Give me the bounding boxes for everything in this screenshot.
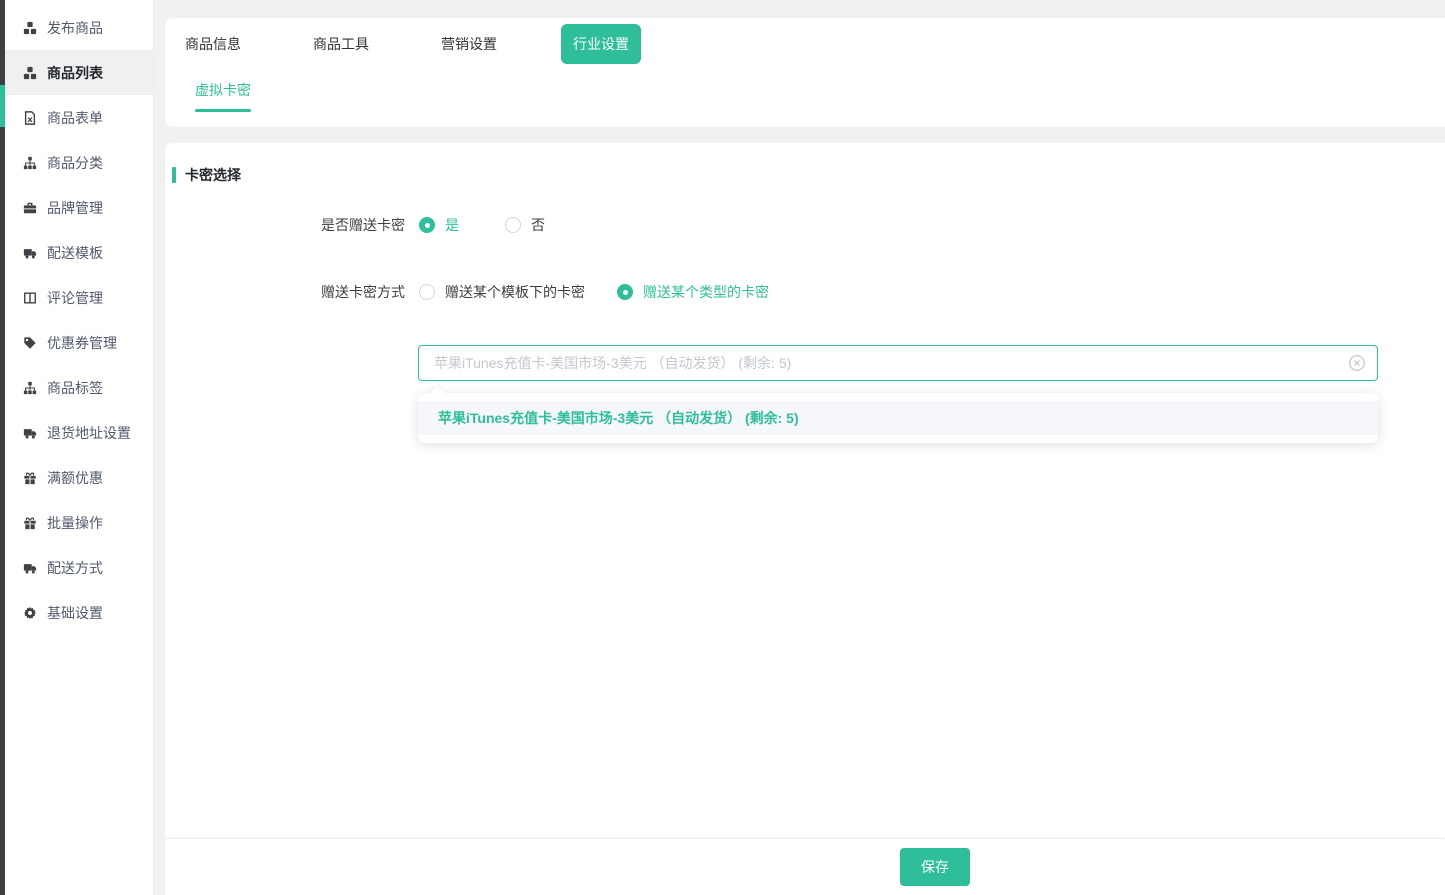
sidebar-item-label: 商品标签 — [47, 378, 103, 398]
radio-label: 赠送某个模板下的卡密 — [445, 282, 585, 302]
save-button[interactable]: 保存 — [900, 848, 970, 886]
radio-checked-icon[interactable] — [419, 217, 435, 233]
sidebar-item-12[interactable]: 配送方式 — [5, 545, 153, 590]
sidebar-item-11[interactable]: 批量操作 — [5, 500, 153, 545]
radio-option-yes[interactable]: 是 — [419, 215, 459, 235]
tabs-card: 商品信息 商品工具 营销设置 行业设置 虚拟卡密 — [165, 18, 1445, 127]
sidebar-item-7[interactable]: 优惠券管理 — [5, 320, 153, 365]
sidebar-item-2[interactable]: 商品表单 — [5, 95, 153, 140]
subtab-virtual-card[interactable]: 虚拟卡密 — [195, 80, 251, 112]
tag-icon — [22, 335, 38, 351]
radio-label: 否 — [531, 215, 545, 235]
section-header: 卡密选择 — [172, 165, 241, 185]
sidebar-item-6[interactable]: 评论管理 — [5, 275, 153, 320]
radio-unchecked-icon[interactable] — [505, 217, 521, 233]
subtab-label: 虚拟卡密 — [195, 80, 251, 100]
sidebar-item-label: 基础设置 — [47, 603, 103, 623]
sidebar: 发布商品商品列表商品表单商品分类品牌管理配送模板评论管理优惠券管理商品标签退货地… — [5, 0, 153, 895]
truck-icon — [22, 560, 38, 576]
sidebar-item-8[interactable]: 商品标签 — [5, 365, 153, 410]
tab-0[interactable]: 商品信息 — [185, 34, 241, 54]
truck-icon — [22, 245, 38, 261]
dropdown-arrow — [430, 386, 444, 400]
briefcase-icon — [22, 200, 38, 216]
sidebar-item-10[interactable]: 满额优惠 — [5, 455, 153, 500]
sidebar-item-label: 配送方式 — [47, 558, 103, 578]
sidebar-item-label: 退货地址设置 — [47, 423, 131, 443]
card-type-select — [418, 345, 1378, 381]
sidebar-item-13[interactable]: 基础设置 — [5, 590, 153, 635]
sidebar-item-label: 满额优惠 — [47, 468, 103, 488]
footer-bar: 保存 — [165, 838, 1445, 895]
tab-2[interactable]: 营销设置 — [441, 34, 497, 54]
radio-label: 是 — [445, 215, 459, 235]
sitemap-icon — [22, 380, 38, 396]
sidebar-item-label: 商品列表 — [47, 63, 103, 83]
sidebar-item-9[interactable]: 退货地址设置 — [5, 410, 153, 455]
radio-unchecked-icon[interactable] — [419, 284, 435, 300]
form-row-gift-method: 赠送卡密方式 赠送某个模板下的卡密 赠送某个类型的卡密 — [165, 282, 769, 302]
tab-1[interactable]: 商品工具 — [313, 34, 369, 54]
radio-label: 赠送某个类型的卡密 — [643, 282, 769, 302]
section-title: 卡密选择 — [185, 165, 241, 185]
sidebar-item-0[interactable]: 发布商品 — [5, 5, 153, 50]
tab-3[interactable]: 行业设置 — [561, 24, 641, 64]
field-label: 赠送卡密方式 — [165, 282, 405, 302]
clear-input-icon[interactable] — [1348, 354, 1366, 372]
sidebar-item-label: 商品表单 — [47, 108, 103, 128]
gift-icon — [22, 515, 38, 531]
radio-checked-icon[interactable] — [617, 284, 633, 300]
radio-option-template-cards[interactable]: 赠送某个模板下的卡密 — [419, 282, 585, 302]
form-row-gift-card: 是否赠送卡密 是 否 — [165, 215, 545, 235]
sidebar-item-label: 批量操作 — [47, 513, 103, 533]
cubes-icon — [22, 65, 38, 81]
sidebar-item-label: 发布商品 — [47, 18, 103, 38]
field-label: 是否赠送卡密 — [165, 215, 405, 235]
sidebar-item-label: 品牌管理 — [47, 198, 103, 218]
section-accent-bar — [172, 167, 176, 183]
subtab-active-underline — [195, 109, 251, 112]
radio-option-no[interactable]: 否 — [505, 215, 545, 235]
gear-icon — [22, 605, 38, 621]
form-panel: 卡密选择 是否赠送卡密 是 否 赠送卡密方式 赠送某个模板下的卡密 — [165, 143, 1445, 895]
sidebar-item-5[interactable]: 配送模板 — [5, 230, 153, 275]
select-dropdown: 苹果iTunes充值卡-美国市场-3美元 （自动发货） (剩余: 5) — [418, 393, 1378, 443]
sidebar-item-4[interactable]: 品牌管理 — [5, 185, 153, 230]
card-type-select-input[interactable] — [418, 345, 1378, 381]
dropdown-option[interactable]: 苹果iTunes充值卡-美国市场-3美元 （自动发货） (剩余: 5) — [418, 401, 1378, 435]
columns-icon — [22, 290, 38, 306]
sitemap-icon — [22, 155, 38, 171]
gift-icon — [22, 470, 38, 486]
cubes-icon — [22, 20, 38, 36]
sidebar-item-3[interactable]: 商品分类 — [5, 140, 153, 185]
truck-icon — [22, 425, 38, 441]
radio-option-type-cards[interactable]: 赠送某个类型的卡密 — [617, 282, 769, 302]
sidebar-item-label: 商品分类 — [47, 153, 103, 173]
tab-bar: 商品信息 商品工具 营销设置 行业设置 — [185, 24, 1445, 64]
file-icon — [22, 110, 38, 126]
sidebar-item-label: 配送模板 — [47, 243, 103, 263]
sidebar-item-1[interactable]: 商品列表 — [5, 50, 153, 95]
sidebar-item-label: 评论管理 — [47, 288, 103, 308]
sidebar-item-label: 优惠券管理 — [47, 333, 117, 353]
